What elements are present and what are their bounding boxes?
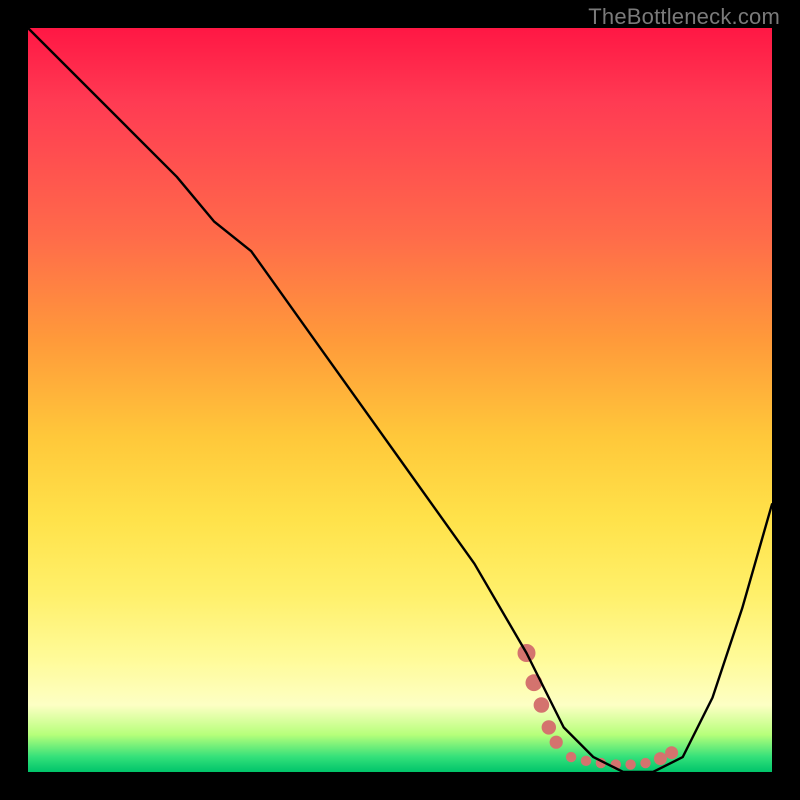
marker-dot xyxy=(665,746,678,759)
chart-frame: TheBottleneck.com xyxy=(0,0,800,800)
marker-dot xyxy=(550,736,563,749)
marker-dot xyxy=(640,758,650,768)
marker-dot xyxy=(625,759,635,769)
marker-dot xyxy=(654,752,667,765)
marker-dot xyxy=(566,752,576,762)
marker-dot xyxy=(542,720,556,734)
curve-layer xyxy=(28,28,772,772)
marker-dot xyxy=(581,756,591,766)
branding-watermark: TheBottleneck.com xyxy=(588,4,780,30)
bottleneck-markers xyxy=(518,644,679,770)
marker-dot xyxy=(534,697,550,713)
marker-dot xyxy=(526,674,543,691)
plot-area xyxy=(28,28,772,772)
performance-curve xyxy=(28,28,772,772)
